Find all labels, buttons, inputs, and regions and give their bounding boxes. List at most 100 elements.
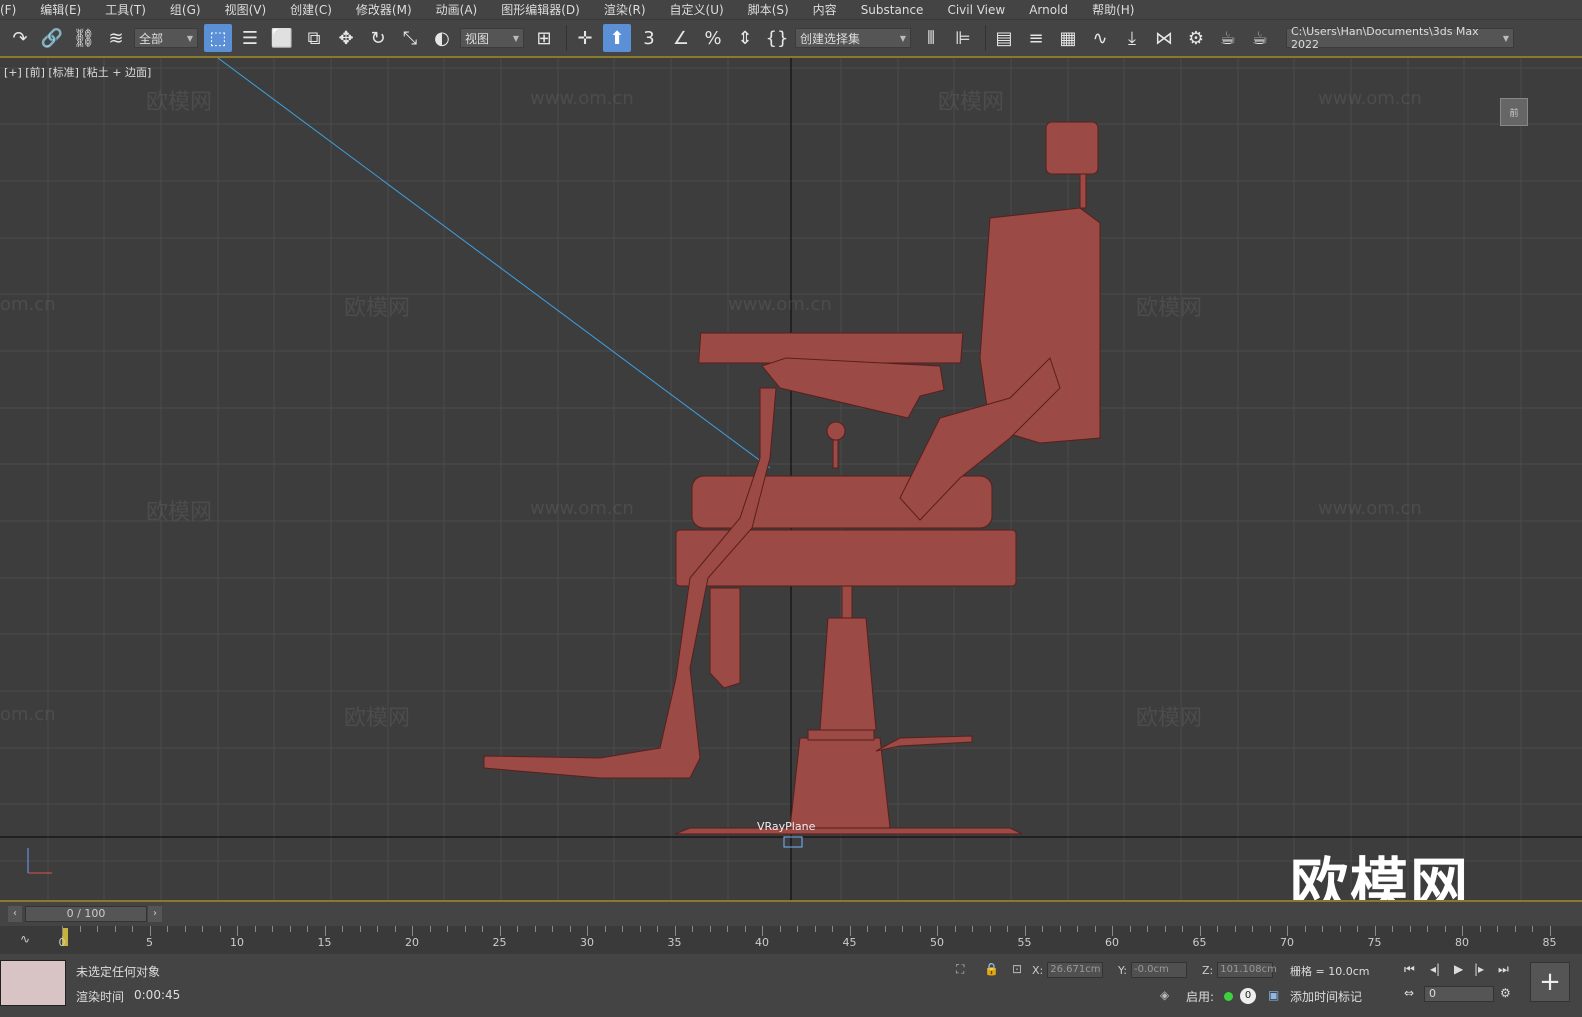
timeline-tick [867, 926, 868, 932]
z-coordinate-field[interactable]: 101.108cm [1217, 962, 1277, 978]
timeline-tick [254, 926, 256, 932]
mirror-icon[interactable]: ⫴ [917, 24, 945, 52]
rectangular-selection-icon[interactable]: ⬜ [268, 24, 296, 52]
viewport-label[interactable]: [+] [前] [标准] [粘土 + 边面] [4, 64, 151, 80]
menu-item[interactable]: 工具(T) [93, 0, 158, 20]
time-tag-icon[interactable]: ▣ [1268, 988, 1279, 1002]
watermark-url: www.om.cn [530, 498, 634, 519]
timeline-tick [62, 926, 63, 936]
move-icon[interactable]: ✥ [332, 24, 360, 52]
menu-item[interactable]: 内容 [801, 0, 849, 20]
timeline-tick [1234, 926, 1236, 932]
named-selection-dropdown[interactable]: 创建选择集 ▼ [795, 28, 911, 48]
reference-coordinate-dropdown[interactable]: 视图 ▼ [460, 28, 524, 48]
mini-curve-editor-icon[interactable]: ∿ [20, 932, 30, 946]
timeline-tick [359, 926, 361, 932]
timeline-tick-label: 85 [1542, 936, 1557, 949]
timeline-tick-label: 70 [1280, 936, 1294, 949]
add-panel-icon[interactable]: + [1530, 962, 1570, 1002]
menu-item[interactable]: 图形编辑器(D) [489, 0, 592, 20]
menu-item[interactable]: 创建(C) [278, 0, 344, 20]
timeline-tick [832, 926, 833, 932]
absolute-mode-icon[interactable]: ⊡ [1012, 962, 1022, 976]
menu-item[interactable]: 自定义(U) [658, 0, 736, 20]
curve-editor-icon[interactable]: ∿ [1086, 24, 1114, 52]
menu-item[interactable]: (F) [0, 0, 28, 20]
isolate-selection-icon[interactable]: ⛶ [956, 962, 964, 977]
menu-item[interactable]: 渲染(R) [592, 0, 658, 20]
adaptive-degradation-icon[interactable]: ◈ [1160, 988, 1169, 1002]
rendered-frame-icon[interactable]: ☕ [1214, 24, 1242, 52]
frame-scroll-icon[interactable]: ⇔ [1404, 986, 1414, 1000]
scene-explorer-icon[interactable]: ▤ [990, 24, 1018, 52]
timeline-tick [1427, 926, 1428, 932]
menu-item[interactable]: 动画(A) [424, 0, 490, 20]
add-time-tag[interactable]: 添加时间标记 [1290, 988, 1362, 1005]
redo-icon[interactable]: ↷ [6, 24, 34, 52]
3ds-max-window: (F) 编辑(E) 工具(T) 组(G) 视图(V) 创建(C) 修改器(M) 动画(A) 图形… [0, 0, 1582, 1017]
menu-item[interactable]: Civil View [935, 0, 1017, 20]
status-bar: 未选定任何对象 渲染时间 0:00:45 ⛶ 🔒 ⊡ X: 26.671cm Y:… [0, 956, 1582, 1017]
menu-item[interactable]: 视图(V) [213, 0, 279, 20]
viewcube[interactable]: 前 [1500, 98, 1528, 126]
menu-item[interactable]: 脚本(S) [736, 0, 801, 20]
project-path-dropdown[interactable]: C:\Users\Han\Documents\3ds Max 2022 ▼ [1286, 25, 1514, 51]
selection-status: 未选定任何对象 [76, 965, 161, 979]
previous-frame-arrow-icon[interactable]: ‹ [8, 906, 22, 922]
menu-item[interactable]: Substance [849, 0, 936, 20]
current-frame-field[interactable]: 0 [1424, 986, 1494, 1002]
timeline-tick [1112, 926, 1113, 936]
select-object-icon[interactable]: ⬚ [204, 24, 232, 52]
time-configuration-icon[interactable]: ⚙ [1500, 986, 1511, 1000]
schematic-view-icon[interactable]: ⋈ [1150, 24, 1178, 52]
y-coordinate-field[interactable]: -0.0cm [1130, 962, 1187, 978]
play-icon[interactable]: ▶ [1454, 962, 1463, 976]
go-to-start-icon[interactable]: ⏮ [1404, 962, 1415, 977]
angle-snap-icon[interactable]: ∠ [667, 24, 695, 52]
menu-item[interactable]: 帮助(H) [1080, 0, 1146, 20]
dope-sheet-icon[interactable]: ⤓ [1118, 24, 1146, 52]
time-slider[interactable]: 0 / 100 [25, 906, 147, 922]
timeline-tick [1199, 926, 1201, 936]
bind-spacewarp-icon[interactable]: ≋ [102, 24, 130, 52]
percent-snap-icon[interactable]: % [699, 24, 727, 52]
render-setup-icon[interactable]: ⚙ [1182, 24, 1210, 52]
snaps-toggle-icon[interactable]: 3 [635, 24, 663, 52]
selection-filter-dropdown[interactable]: 全部 ▼ [134, 28, 198, 48]
unlink-icon[interactable]: ⛓ [70, 24, 98, 52]
align-icon[interactable]: ⊫ [949, 24, 977, 52]
placement-icon[interactable]: ◐ [428, 24, 456, 52]
select-manipulate-icon[interactable]: ✛ [571, 24, 599, 52]
timeline-tick-label: 55 [1017, 936, 1032, 949]
maxscript-listener-thumbnail[interactable] [0, 960, 66, 1006]
timeline-tick [1497, 926, 1498, 932]
timeline-tick [902, 926, 903, 932]
timeline-tick-label: 65 [1192, 936, 1207, 949]
grid-size: 栅格 = 10.0cm [1290, 965, 1370, 978]
lock-icon[interactable]: 🔒 [984, 962, 999, 976]
next-frame-icon[interactable]: |▸ [1474, 962, 1484, 976]
layer-explorer-icon[interactable]: ≡ [1022, 24, 1050, 52]
menu-item[interactable]: Arnold [1017, 0, 1080, 20]
ribbon-icon[interactable]: ▦ [1054, 24, 1082, 52]
track-bar[interactable]: ∿ 0 5 10 15 20 25 30 35 40 45 50 55 60 65 70 75 80 85 [0, 926, 1582, 954]
edit-named-selection-icon[interactable]: {} [763, 24, 791, 52]
scale-icon[interactable]: ⤡ [396, 24, 424, 52]
link-icon[interactable]: 🔗 [38, 24, 66, 52]
keyboard-shortcut-override-icon[interactable]: ⬆ [603, 24, 631, 52]
window-crossing-icon[interactable]: ⧉ [300, 24, 328, 52]
render-production-icon[interactable]: ☕ [1246, 24, 1274, 52]
front-viewport[interactable]: [+] [前] [标准] [粘土 + 边面] 前 VRayPlane 欧模网 w… [0, 58, 1582, 902]
menu-item[interactable]: 组(G) [158, 0, 213, 20]
next-frame-arrow-icon[interactable]: › [148, 906, 162, 922]
menu-item[interactable]: 编辑(E) [28, 0, 93, 20]
x-coordinate-field[interactable]: 26.671cm [1047, 962, 1104, 978]
menu-item[interactable]: 修改器(M) [344, 0, 424, 20]
pivot-center-icon[interactable]: ⊞ [530, 24, 558, 52]
previous-frame-icon[interactable]: ◂| [1430, 962, 1440, 976]
watermark-url: www.om.cn [728, 294, 832, 315]
select-by-name-icon[interactable]: ☰ [236, 24, 264, 52]
go-to-end-icon[interactable]: ⏭ [1498, 962, 1509, 977]
rotate-icon[interactable]: ↻ [364, 24, 392, 52]
spinner-snap-icon[interactable]: ⇕ [731, 24, 759, 52]
